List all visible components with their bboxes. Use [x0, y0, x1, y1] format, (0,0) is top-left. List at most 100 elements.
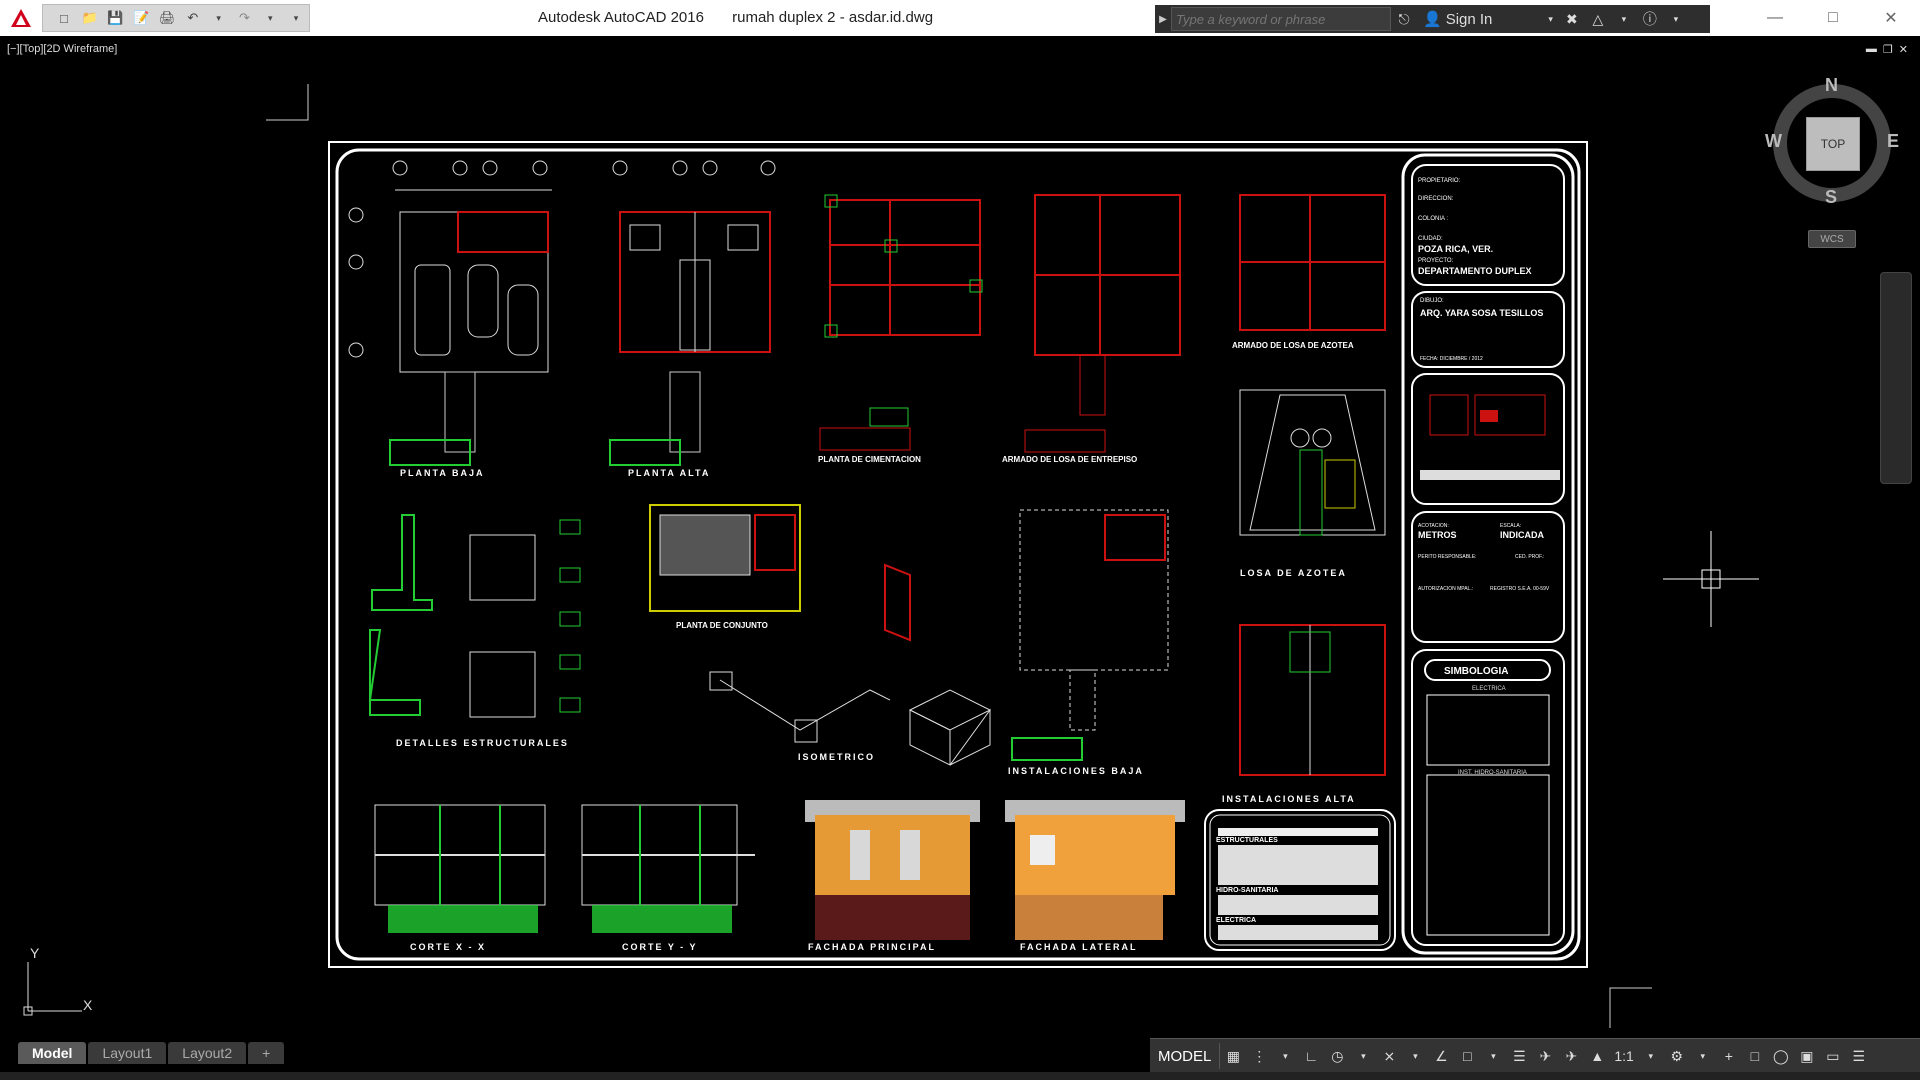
annotation-monitor-icon[interactable]: + — [1718, 1043, 1740, 1069]
customize-qat-icon[interactable]: ▾ — [285, 6, 307, 30]
instalaciones-alta-drawing — [1239, 624, 1386, 776]
chevron-down-icon[interactable]: ▾ — [1611, 5, 1637, 33]
object-snap-tracking-icon[interactable]: ∠ — [1430, 1043, 1452, 1069]
detalles-drawing — [368, 514, 581, 718]
ucs-y-label: Y — [30, 945, 40, 961]
chevron-down-icon[interactable]: ▾ — [1692, 1043, 1714, 1069]
chevron-down-icon[interactable]: ▾ — [1274, 1043, 1296, 1069]
open-icon[interactable]: 📁 — [79, 6, 101, 30]
tab-model[interactable]: Model — [18, 1042, 87, 1064]
taskbar-strip — [0, 1072, 1920, 1080]
planta-baja-drawing — [348, 160, 552, 466]
tb-proyecto: DEPARTAMENTO DUPLEX — [1418, 266, 1532, 276]
new-icon[interactable]: □ — [53, 6, 75, 30]
add-layout-button[interactable]: + — [248, 1042, 285, 1064]
help-dropdown-icon[interactable]: ▾ — [1663, 5, 1689, 33]
isolate-objects-icon[interactable]: ▣ — [1796, 1043, 1818, 1069]
viewcube[interactable]: N S E W TOP — [1765, 75, 1905, 215]
file-name: rumah duplex 2 - asdar.id.dwg — [732, 9, 934, 26]
label-planta-baja: PLANTA BAJA — [400, 468, 485, 478]
tab-layout2[interactable]: Layout2 — [168, 1042, 247, 1064]
plot-icon[interactable]: 🖨 — [156, 6, 178, 30]
window-controls: — □ ✕ — [1746, 0, 1920, 36]
chevron-down-icon[interactable]: ▾ — [1352, 1043, 1374, 1069]
annotation-scale-value[interactable]: 1:1 — [1610, 1048, 1637, 1064]
application-menu-button[interactable] — [0, 0, 42, 36]
chevron-down-icon[interactable]: ▾ — [1640, 1043, 1662, 1069]
grid-icon[interactable]: ▦ — [1222, 1043, 1244, 1069]
notes-hidro-label: HIDRO-SANITARIA — [1216, 887, 1278, 894]
fachada-principal-drawing — [805, 800, 980, 940]
app-name: Autodesk AutoCAD 2016 — [538, 9, 704, 26]
close-button[interactable]: ✕ — [1862, 0, 1920, 36]
tab-layout1[interactable]: Layout1 — [88, 1042, 167, 1064]
object-snap-icon[interactable]: □ — [1456, 1043, 1478, 1069]
sign-in-label: Sign In — [1445, 10, 1493, 28]
tb-acotacion: METROS — [1418, 530, 1457, 540]
tb-acotacion-label: ACOTACION: — [1418, 523, 1449, 529]
quick-access-strip: □ 📁 💾 📝 🖨 ↶ ▾ ↷ ▾ ▾ — [42, 4, 310, 32]
customization-icon[interactable]: ☰ — [1848, 1043, 1870, 1069]
navigation-bar[interactable] — [1880, 272, 1912, 484]
tb-registro: REGISTRO S.E.A. 00-59V — [1490, 586, 1550, 592]
title-bar: □ 📁 💾 📝 🖨 ↶ ▾ ↷ ▾ ▾ Autodesk AutoCAD 201… — [0, 0, 1920, 36]
cimentacion-drawing — [819, 194, 983, 451]
redo-dropdown-icon[interactable]: ▾ — [259, 6, 281, 30]
tb-ced-label: CED. PROF.: — [1515, 554, 1544, 560]
compass-south[interactable]: S — [1825, 187, 1837, 208]
undo-icon[interactable]: ↶ — [182, 6, 204, 30]
redo-icon[interactable]: ↷ — [234, 6, 256, 30]
undo-dropdown-icon[interactable]: ▾ — [208, 6, 230, 30]
search-expand-icon[interactable]: ▶ — [1155, 5, 1171, 33]
label-armado-azotea: ARMADO DE LOSA DE AZOTEA — [1232, 341, 1354, 350]
corte-y-drawing — [581, 804, 755, 933]
planta-alta-drawing — [609, 160, 776, 466]
label-cimentacion: PLANTA DE CIMENTACION — [818, 455, 921, 464]
help-icon[interactable]: ⓘ — [1637, 5, 1663, 33]
binoculars-icon[interactable]: ⎋ — [1391, 5, 1417, 33]
label-corte-y: CORTE Y - Y — [622, 942, 698, 952]
compass-west[interactable]: W — [1765, 131, 1782, 152]
maximize-button[interactable]: □ — [1804, 0, 1862, 36]
notes-electrica-label: ELECTRICA — [1216, 917, 1256, 924]
chevron-down-icon[interactable]: ▾ — [1404, 1043, 1426, 1069]
isodraft-icon[interactable]: ⨯ — [1378, 1043, 1400, 1069]
armado-entrepiso-drawing — [1024, 194, 1181, 453]
drawing-canvas[interactable]: PLANTA BAJA PLANTA ALTA PLANTA DE CIMENT… — [0, 36, 1920, 1040]
model-space-button[interactable]: MODEL — [1150, 1043, 1221, 1069]
autocad-logo-icon — [11, 9, 31, 27]
hardware-acceleration-icon[interactable]: ◯ — [1770, 1043, 1792, 1069]
wcs-menu[interactable]: WCS — [1808, 230, 1856, 248]
search-input[interactable] — [1171, 7, 1391, 31]
auto-scale-icon[interactable]: ✈ — [1560, 1043, 1582, 1069]
save-icon[interactable]: 💾 — [105, 6, 127, 30]
corner-mark — [1609, 987, 1652, 1028]
notes-box — [1204, 809, 1396, 951]
chevron-down-icon[interactable]: ▾ — [1482, 1043, 1504, 1069]
tb-hidro: INST. HIDRO-SANITARIA — [1458, 770, 1527, 776]
polar-tracking-icon[interactable]: ◷ — [1326, 1043, 1348, 1069]
minimize-button[interactable]: — — [1746, 0, 1804, 36]
save-as-icon[interactable]: 📝 — [130, 6, 152, 30]
annotation-scale-icon[interactable]: ▲ — [1586, 1043, 1608, 1069]
workspace-gear-icon[interactable]: ⚙ — [1666, 1043, 1688, 1069]
status-bar: MODEL ▦ ⋮ ▾ ∟ ◷ ▾ ⨯ ▾ ∠ □ ▾ ☰ ✈ ✈ ▲ 1:1 … — [1150, 1038, 1920, 1073]
annotation-visibility-icon[interactable]: ✈ — [1534, 1043, 1556, 1069]
stay-connected-icon[interactable]: △ — [1585, 5, 1611, 33]
lineweight-icon[interactable]: ☰ — [1508, 1043, 1530, 1069]
crosshair-cursor — [1663, 531, 1759, 627]
viewcube-top-face[interactable]: TOP — [1806, 117, 1860, 171]
tb-simbologia: SIMBOLOGIA — [1444, 666, 1508, 677]
tb-escala-label: ESCALA: — [1500, 523, 1521, 529]
exchange-apps-icon[interactable]: ✖ — [1559, 5, 1585, 33]
units-icon[interactable]: □ — [1744, 1043, 1766, 1069]
user-icon: 👤 — [1423, 11, 1442, 28]
clean-screen-icon[interactable]: ▭ — [1822, 1043, 1844, 1069]
sign-in-button[interactable]: 👤 Sign In ▾ — [1417, 5, 1559, 33]
snap-icon[interactable]: ⋮ — [1248, 1043, 1270, 1069]
conjunto-drawing — [649, 504, 801, 612]
compass-north[interactable]: N — [1825, 75, 1838, 96]
ortho-icon[interactable]: ∟ — [1300, 1043, 1322, 1069]
tb-dibujo-label: DIBUJO: — [1420, 298, 1444, 304]
compass-east[interactable]: E — [1887, 131, 1899, 152]
